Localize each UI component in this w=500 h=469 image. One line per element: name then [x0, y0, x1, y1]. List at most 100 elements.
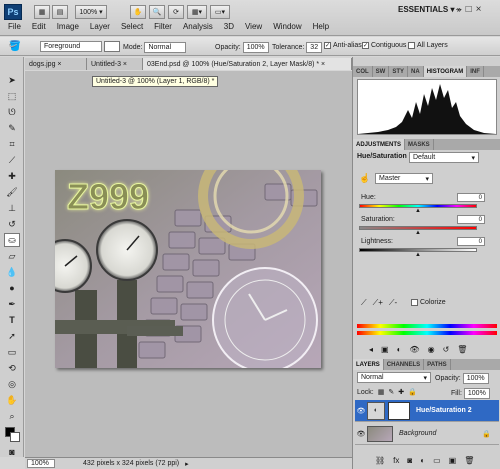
menu-3d[interactable]: 3D	[224, 22, 234, 31]
crop-tool-icon[interactable]: ⌗	[4, 137, 20, 151]
brush-tool-icon[interactable]: 🖌	[4, 185, 20, 199]
eyedropper-subtract-icon[interactable]: ⟋-	[389, 298, 397, 308]
expanded-view-icon[interactable]: ▣	[381, 345, 389, 354]
add-mask-icon[interactable]: ◙	[407, 456, 412, 465]
menu-select[interactable]: Select	[121, 22, 143, 31]
workspace-switcher[interactable]: ESSENTIALS ▾ »	[398, 5, 461, 14]
mini-bridge-icon[interactable]: ▤	[52, 5, 68, 19]
eyedropper-icon[interactable]: ⟋	[361, 298, 367, 308]
menu-filter[interactable]: Filter	[154, 22, 172, 31]
colorize-checkbox[interactable]	[411, 299, 418, 306]
tab-03end[interactable]: 03End.psd @ 100% (Hue/Saturation 2, Laye…	[143, 58, 352, 70]
type-tool-icon[interactable]: T	[4, 313, 20, 327]
pen-tool-icon[interactable]: ✒	[4, 297, 20, 311]
fill-input[interactable]: 100%	[463, 388, 490, 399]
lock-transparent-icon[interactable]: ▦	[378, 388, 385, 396]
anti-alias-option[interactable]: ✓ Anti-alias	[324, 42, 362, 49]
lightness-slider-handle[interactable]: ▲	[415, 252, 421, 258]
blur-tool-icon[interactable]: 💧	[4, 265, 20, 279]
paint-bucket-preset-icon[interactable]: 🪣	[6, 40, 24, 53]
layer-mask-thumbnail[interactable]	[388, 401, 410, 420]
tab-paths[interactable]: PATHS	[424, 359, 451, 370]
lock-all-icon[interactable]: 🔒	[408, 388, 417, 396]
arrange-documents-icon[interactable]: ▦▾	[187, 5, 207, 19]
hand-tool-icon[interactable]: ✋	[130, 5, 146, 19]
tab-untitled-3[interactable]: Untitled-3 ×	[87, 58, 143, 70]
tab-masks[interactable]: MASKS	[405, 139, 434, 150]
new-group-icon[interactable]: ▭	[433, 456, 441, 465]
bridge-icon[interactable]: ▦	[34, 5, 50, 19]
3d-rotate-tool-icon[interactable]: ⟲	[4, 361, 20, 375]
status-zoom-input[interactable]: 100%	[27, 459, 55, 468]
minimize-button[interactable]: –	[456, 4, 462, 15]
all-layers-checkbox[interactable]	[408, 42, 415, 49]
layer-row-hue-saturation[interactable]: 👁 ◐ Hue/Saturation 2	[355, 400, 499, 422]
paint-bucket-tool-icon[interactable]: ⛀	[4, 233, 20, 247]
all-layers-option[interactable]: All Layers	[408, 42, 448, 49]
move-tool-icon[interactable]: ➤	[4, 73, 20, 87]
saturation-slider-handle[interactable]: ▲	[415, 230, 421, 236]
status-menu-arrow-icon[interactable]: ▸	[185, 460, 189, 468]
eyedropper-tool-icon[interactable]: ⟋	[4, 153, 20, 167]
lock-position-icon[interactable]: ✚	[398, 388, 404, 396]
eyedropper-add-icon[interactable]: ⟋+	[373, 298, 383, 308]
3d-orbit-tool-icon[interactable]: ◎	[4, 377, 20, 391]
new-adjustment-icon[interactable]: ◐	[420, 456, 425, 465]
layer-opacity-input[interactable]: 100%	[462, 373, 489, 384]
menu-view[interactable]: View	[245, 22, 262, 31]
quick-selection-tool-icon[interactable]: ✎	[4, 121, 20, 135]
anti-alias-checkbox[interactable]: ✓	[324, 42, 331, 49]
menu-layer[interactable]: Layer	[90, 22, 110, 31]
document-canvas[interactable]: Z999	[55, 170, 321, 368]
menu-help[interactable]: Help	[313, 22, 329, 31]
tab-histogram[interactable]: HISTOGRAM	[423, 66, 468, 77]
tab-layers[interactable]: LAYERS	[353, 359, 384, 370]
tab-channels[interactable]: CHANNELS	[384, 359, 425, 370]
clone-stamp-tool-icon[interactable]: ⊥	[4, 201, 20, 215]
layer-row-background[interactable]: 👁 Background 🔒	[355, 423, 499, 445]
quick-mask-icon[interactable]: ◙	[4, 445, 20, 459]
menu-file[interactable]: File	[8, 22, 21, 31]
layer-visibility-eye-icon[interactable]: 👁	[355, 430, 367, 438]
healing-brush-tool-icon[interactable]: ✚	[4, 169, 20, 183]
close-button[interactable]: ×	[476, 4, 482, 15]
lock-image-icon[interactable]: ✎	[388, 388, 394, 396]
layer-visibility-eye-icon[interactable]: 👁	[355, 407, 367, 415]
return-icon[interactable]: ◂	[369, 345, 373, 354]
zoom-tool-icon[interactable]: 🔍	[149, 5, 165, 19]
tab-info[interactable]: INF	[467, 66, 484, 77]
tab-dogs[interactable]: dogs.jpg ×	[25, 58, 87, 70]
lasso-tool-icon[interactable]: ᘎ	[4, 105, 20, 119]
shape-tool-icon[interactable]: ▭	[4, 345, 20, 359]
tab-swatches[interactable]: SW	[373, 66, 390, 77]
mode-dropdown[interactable]: Normal	[144, 42, 187, 53]
history-brush-tool-icon[interactable]: ↺	[4, 217, 20, 231]
menu-analysis[interactable]: Analysis	[183, 22, 213, 31]
eraser-tool-icon[interactable]: ▱	[4, 249, 20, 263]
colorize-option[interactable]: Colorize	[411, 299, 446, 306]
blend-mode-dropdown[interactable]: Normal ▾	[357, 372, 431, 383]
link-layers-icon[interactable]: ⛓	[375, 456, 385, 465]
screen-mode-icon[interactable]: ▭▾	[210, 5, 230, 19]
delete-adjustment-icon[interactable]: 🗑	[457, 345, 467, 354]
saturation-input[interactable]: 0	[457, 215, 485, 224]
background-color-swatch[interactable]	[10, 432, 20, 442]
zoom-tool-icon[interactable]: ⌕	[4, 409, 20, 423]
rotate-view-icon[interactable]: ⟳	[168, 5, 184, 19]
hand-tool-icon[interactable]: ✋	[4, 393, 20, 407]
preset-dropdown[interactable]: Default ▾	[409, 152, 479, 163]
opacity-input[interactable]: 100%	[242, 42, 269, 53]
visibility-icon[interactable]: 👁	[409, 345, 419, 354]
hue-slider-handle[interactable]: ▲	[415, 208, 421, 214]
menu-window[interactable]: Window	[273, 22, 301, 31]
marquee-tool-icon[interactable]: ⬚	[4, 89, 20, 103]
tolerance-input[interactable]: 32	[306, 42, 323, 53]
contiguous-checkbox[interactable]: ✓	[362, 42, 369, 49]
tab-adjustments[interactable]: ADJUSTMENTS	[353, 139, 406, 150]
clip-layer-icon[interactable]: ◐	[397, 345, 402, 354]
targeted-adjustment-icon[interactable]: ☝	[359, 173, 370, 184]
view-previous-icon[interactable]: ◉	[428, 345, 435, 354]
layer-style-icon[interactable]: fx	[393, 456, 399, 465]
contiguous-option[interactable]: ✓ Contiguous	[362, 42, 406, 49]
pattern-picker[interactable]	[104, 41, 120, 52]
